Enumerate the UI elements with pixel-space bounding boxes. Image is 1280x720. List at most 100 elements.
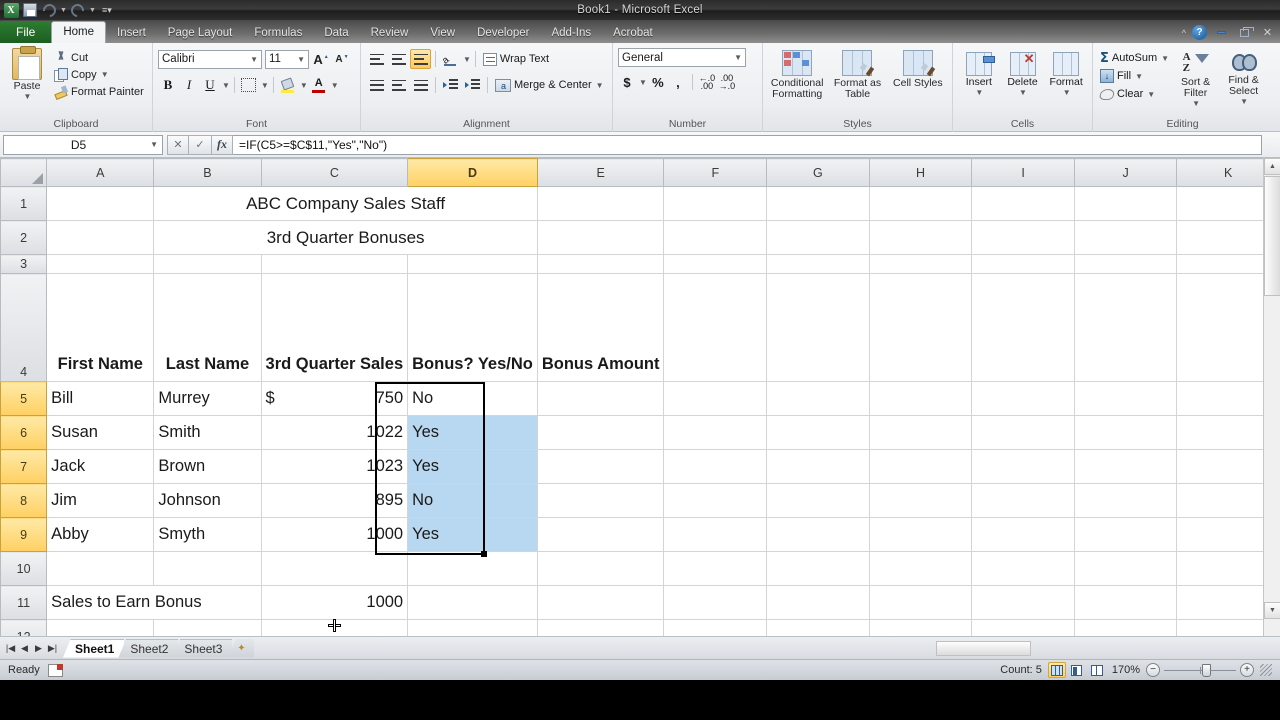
tab-developer[interactable]: Developer — [466, 23, 540, 43]
cell-j11[interactable] — [1074, 585, 1178, 620]
cell-j3[interactable] — [1074, 254, 1178, 274]
cell-a6[interactable]: Susan — [46, 415, 155, 450]
increase-decimal-icon[interactable]: ←.0.00 — [698, 72, 716, 92]
orientation-icon[interactable] — [440, 49, 461, 69]
cell-b9[interactable]: Smyth — [153, 517, 262, 552]
cell-h9[interactable] — [869, 517, 973, 552]
underline-button[interactable]: U — [200, 75, 220, 95]
cell-g12[interactable] — [766, 619, 870, 636]
tab-add-ins[interactable]: Add-Ins — [540, 23, 602, 43]
currency-format-button[interactable]: $ — [618, 72, 636, 92]
cell-h6[interactable] — [869, 415, 973, 450]
insert-function-icon[interactable]: fx — [211, 134, 233, 155]
cell-j6[interactable] — [1074, 415, 1178, 450]
cell-i10[interactable] — [971, 551, 1075, 586]
sheet-tab-sheet1[interactable]: Sheet1 — [63, 638, 125, 658]
fill-caret[interactable]: ▼ — [1135, 72, 1143, 81]
font-color-caret[interactable]: ▼ — [331, 81, 339, 90]
enter-formula-button[interactable]: ✓ — [189, 134, 211, 155]
zoom-thumb[interactable] — [1202, 663, 1211, 677]
cell-c7[interactable]: 1023 — [261, 449, 409, 484]
cell-b5[interactable]: Murrey — [153, 381, 262, 416]
cell-e7[interactable] — [537, 449, 665, 484]
copy-button[interactable]: Copy ▼ — [51, 66, 146, 83]
cell-h1[interactable] — [869, 186, 973, 221]
cell-c3[interactable] — [261, 254, 409, 274]
cell-i12[interactable] — [971, 619, 1075, 636]
cell-f3[interactable] — [663, 254, 768, 274]
fill-button[interactable]: ↓ Fill ▼ — [1098, 67, 1171, 85]
cell-f7[interactable] — [663, 449, 768, 484]
fill-color-caret[interactable]: ▼ — [300, 81, 308, 90]
collapse-ribbon-icon[interactable]: ^ — [1182, 28, 1186, 38]
cell-b8[interactable]: Johnson — [153, 483, 262, 518]
row-header-10[interactable]: 10 — [0, 551, 48, 586]
align-center-icon[interactable] — [388, 75, 409, 95]
align-bottom-icon[interactable] — [410, 49, 431, 69]
autosum-button[interactable]: Σ AutoSum ▼ — [1098, 49, 1171, 67]
font-size-input[interactable]: 11 ▼ — [265, 49, 309, 69]
wrap-text-button[interactable]: Wrap Text — [480, 49, 552, 69]
normal-view-icon[interactable] — [1047, 662, 1066, 678]
cell-h7[interactable] — [869, 449, 973, 484]
sheet-tab-sheet3[interactable]: Sheet3 — [172, 638, 233, 658]
increase-font-size-icon[interactable]: A — [312, 50, 330, 69]
cell-f12[interactable] — [663, 619, 768, 636]
tab-formulas[interactable]: Formulas — [243, 23, 313, 43]
cut-button[interactable]: Cut — [51, 49, 146, 66]
close-button[interactable]: ✕ — [1259, 26, 1276, 40]
column-header-d[interactable]: D — [407, 158, 538, 187]
cell-g4[interactable] — [766, 273, 870, 382]
cell-i3[interactable] — [971, 254, 1075, 274]
number-format-caret[interactable]: ▼ — [734, 53, 742, 62]
cell-c6[interactable]: 1022 — [261, 415, 409, 450]
last-sheet-icon[interactable]: ▶| — [46, 643, 59, 654]
fill-color-icon[interactable] — [278, 75, 298, 95]
zoom-track[interactable] — [1164, 663, 1236, 677]
cell-g1[interactable] — [766, 186, 870, 221]
insert-caret[interactable]: ▼ — [975, 88, 983, 97]
cell-i5[interactable] — [971, 381, 1075, 416]
cell-i7[interactable] — [971, 449, 1075, 484]
cell-e2[interactable] — [537, 220, 665, 255]
record-macro-icon[interactable] — [47, 663, 63, 677]
help-icon[interactable]: ? — [1192, 25, 1207, 40]
cell-c8[interactable]: 895 — [261, 483, 409, 518]
row-header-4[interactable]: 4 — [0, 273, 48, 382]
insert-cells-button[interactable]: Insert ▼ — [958, 50, 1000, 97]
row-header-2[interactable]: 2 — [0, 220, 48, 255]
clear-button[interactable]: Clear ▼ — [1098, 85, 1171, 103]
cell-h11[interactable] — [869, 585, 973, 620]
merge-and-center-button[interactable]: Merge & Center ▼ — [492, 75, 607, 95]
delete-cells-button[interactable]: ✕ Delete ▼ — [1002, 50, 1044, 97]
paste-dropdown-caret[interactable]: ▼ — [24, 92, 32, 101]
scroll-up-button[interactable]: ▲ — [1264, 158, 1280, 175]
italic-button[interactable]: I — [179, 75, 199, 95]
cell-g8[interactable] — [766, 483, 870, 518]
next-sheet-icon[interactable]: ▶ — [32, 643, 45, 654]
cell-d7[interactable]: Yes — [407, 449, 538, 484]
row-header-12[interactable]: 12 — [0, 619, 48, 636]
cell-e3[interactable] — [537, 254, 665, 274]
decrease-decimal-icon[interactable]: .00 →.0 — [718, 72, 736, 92]
cell-i4[interactable] — [971, 273, 1075, 382]
cell-i2[interactable] — [971, 220, 1075, 255]
tab-data[interactable]: Data — [313, 23, 359, 43]
column-header-b[interactable]: B — [153, 158, 262, 187]
cell-a11-threshold-label[interactable]: Sales to Earn Bonus — [46, 585, 262, 620]
cell-d3[interactable] — [407, 254, 538, 274]
autosum-caret[interactable]: ▼ — [1161, 54, 1169, 63]
name-box-caret[interactable]: ▼ — [150, 140, 158, 149]
cell-j10[interactable] — [1074, 551, 1178, 586]
fill-handle[interactable] — [481, 551, 487, 557]
align-left-icon[interactable] — [366, 75, 387, 95]
font-size-caret[interactable]: ▼ — [297, 55, 305, 64]
row-header-5[interactable]: 5 — [0, 381, 48, 416]
formula-input[interactable]: =IF(C5>=$C$11,"Yes","No") — [233, 134, 1262, 155]
cell-h10[interactable] — [869, 551, 973, 586]
cell-c5[interactable]: $750 — [261, 381, 409, 416]
column-header-a[interactable]: A — [46, 158, 155, 187]
row-header-9[interactable]: 9 — [0, 517, 48, 552]
increase-indent-icon[interactable] — [462, 75, 483, 95]
cell-j9[interactable] — [1074, 517, 1178, 552]
